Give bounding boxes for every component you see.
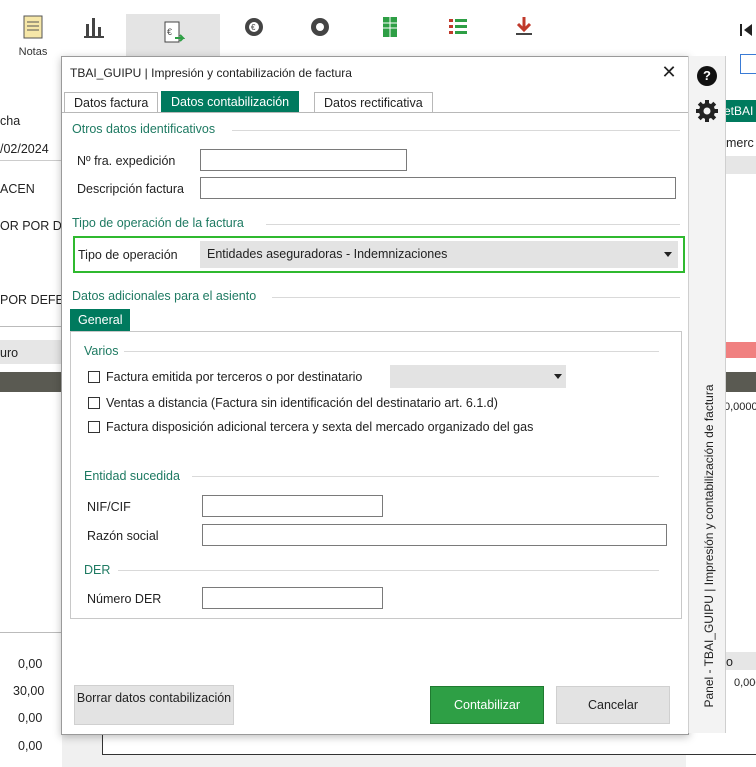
bg-date-field[interactable]: /02/2024 [0,136,62,161]
tab-divider [62,112,688,113]
bg-grid-header [724,156,756,174]
bg-value: 0,00 [18,657,43,671]
section-rule [192,476,659,477]
first-record-icon[interactable] [738,22,754,41]
bg-value: 0,00 [18,739,43,753]
list-icon [449,19,467,34]
numero-der-label: Número DER [87,592,162,606]
tipo-operacion-value: Entidades aseguradoras - Indemnizaciones [207,247,448,261]
panel-settings-button[interactable] [696,100,718,125]
chevron-down-icon [664,252,672,257]
nif-input[interactable] [202,495,383,517]
ventas-distancia-label: Ventas a distancia (Factura sin identifi… [106,396,498,410]
close-icon: ✕ [661,62,677,82]
bg-divider [0,632,62,633]
toolbar-accounting-button[interactable]: € [126,14,220,58]
bg-grid-header: uro [0,340,62,364]
svg-text:€: € [167,27,172,37]
bg-record-field[interactable] [740,54,756,74]
dialog-title: TBAI_GUIPU | Impresión y contabilización… [70,66,352,80]
nif-label: NIF/CIF [87,500,131,514]
toolbar-notes-label: Notas [18,46,48,58]
section-der: DER [84,563,111,577]
bg-value: 0,000 [734,677,756,689]
bar-chart-icon [84,18,104,38]
bg-value: 30,00 [13,684,45,698]
tipo-operacion-select[interactable]: Entidades aseguradoras - Indemnizaciones [200,241,678,268]
razon-social-input[interactable] [202,524,667,546]
contabilizar-button[interactable]: Contabilizar [430,686,544,724]
close-button[interactable]: ✕ [658,61,680,83]
bg-label: OR POR DE [0,219,71,233]
section-tipo-operacion: Tipo de operación de la factura [72,216,244,230]
tab-general[interactable]: General [70,309,131,331]
borrar-datos-button[interactable]: Borrar datos contabilización [74,685,234,725]
razon-social-label: Razón social [87,529,159,543]
tab-datos-rectificativa[interactable]: Datos rectificativa [314,92,433,112]
bg-grid-header: o [724,652,756,670]
bg-label: ACEN [0,182,35,196]
bg-tbai-tab[interactable]: etBAI [724,100,756,122]
toolbar-notes-button[interactable]: Notas [5,14,61,74]
bg-grid-bar [0,372,62,392]
section-rule [124,351,659,352]
section-otros-datos: Otros datos identificativos [72,122,216,136]
section-rule [118,570,659,571]
tab-datos-factura[interactable]: Datos factura [64,92,159,112]
disposicion-gas-checkbox[interactable] [88,421,100,433]
bg-grid-bar [724,372,756,392]
side-panel-label: Panel - TBAI_GUIPU | Impresión y contabi… [702,384,716,708]
terceros-checkbox[interactable] [88,371,100,383]
nfra-input[interactable] [200,149,407,171]
bg-value: 0,0000 [724,401,756,413]
gear-icon [696,100,718,122]
accounting-invoice-icon: € [164,21,185,43]
notes-icon [23,15,43,39]
descripcion-input[interactable] [200,177,676,199]
bg-label: cha [0,114,21,128]
disposicion-gas-label: Factura disposición adicional tercera y … [106,420,534,434]
tipo-operacion-label: Tipo de operación [78,248,178,262]
download-icon [516,17,532,35]
background-form-left: cha /02/2024 ACEN OR POR DE POR DEFEC ur… [0,96,73,767]
nfra-label: Nº fra. expedición [77,154,176,168]
chevron-down-icon [554,374,562,379]
numero-der-input[interactable] [202,587,383,609]
ventas-distancia-checkbox[interactable] [88,397,100,409]
gear-icon [311,18,329,36]
tab-datos-contabilizacion[interactable]: Datos contabilización [161,91,300,112]
terceros-label: Factura emitida por terceros o por desti… [106,370,363,384]
invoice-dialog: TBAI_GUIPU | Impresión y contabilización… [61,56,689,735]
spreadsheet-icon [383,17,397,37]
section-datos-adicionales: Datos adicionales para el asiento [72,289,257,303]
bg-divider [0,326,62,327]
bg-value: 0,00 [18,711,43,725]
side-panel: ? Panel - TBAI_GUIPU | Impresión y conta… [688,56,726,733]
bg-label: merc [726,136,754,150]
cancel-button[interactable]: Cancelar [556,686,670,724]
descripcion-label: Descripción factura [77,182,184,196]
section-rule [266,224,680,225]
section-rule [272,297,680,298]
section-varios: Varios [84,344,119,358]
terceros-select[interactable] [390,365,566,388]
section-rule [232,130,680,131]
section-entidad-sucedida: Entidad sucedida [84,469,180,483]
svg-text:€: € [251,23,256,32]
bg-alert-cell [724,342,756,358]
help-icon[interactable]: ? [697,66,717,86]
euro-gear-icon: € [245,18,263,36]
